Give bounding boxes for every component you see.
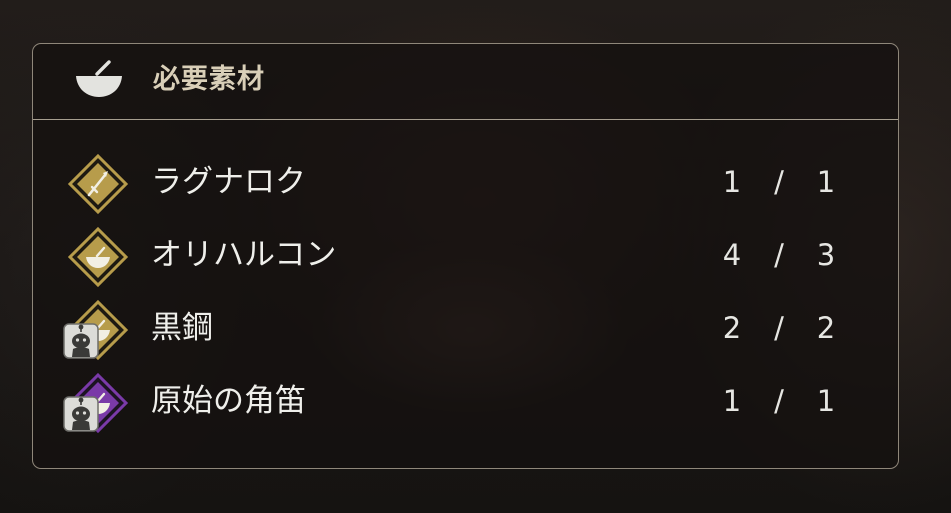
count-separator: / [774, 238, 784, 272]
required-count: 3 [816, 238, 836, 272]
required-count: 1 [816, 384, 836, 418]
owned-count: 2 [722, 311, 742, 345]
moogle-icon [63, 396, 99, 432]
material-row[interactable]: オリハルコン 4 / 3 [33, 222, 898, 288]
count-separator: / [774, 165, 784, 199]
sword-icon [67, 153, 129, 215]
count-separator: / [774, 384, 784, 418]
material-row[interactable]: 原始の角笛 1 / 1 [33, 368, 898, 434]
mortar-pestle-icon [76, 60, 122, 97]
owned-count: 1 [722, 384, 742, 418]
material-name: ラグナロク [151, 164, 306, 200]
required-count: 2 [816, 311, 836, 345]
owned-count: 4 [722, 238, 742, 272]
mortar-pestle-icon [67, 226, 129, 288]
material-name: オリハルコン [151, 237, 337, 273]
owned-count: 1 [722, 165, 742, 199]
material-row[interactable]: 黒鋼 2 / 2 [33, 295, 898, 361]
panel-header: 必要素材 [33, 44, 898, 120]
material-name: 黒鋼 [151, 310, 213, 346]
material-name: 原始の角笛 [151, 383, 306, 419]
required-count: 1 [816, 165, 836, 199]
panel-title: 必要素材 [153, 64, 265, 95]
moogle-icon [63, 323, 99, 359]
count-separator: / [774, 311, 784, 345]
required-materials-panel: 必要素材 ラグナロク 1 / 1 オリハルコン 4 / 3 黒鋼 2 / 2 原… [32, 43, 899, 469]
material-row[interactable]: ラグナロク 1 / 1 [33, 149, 898, 215]
